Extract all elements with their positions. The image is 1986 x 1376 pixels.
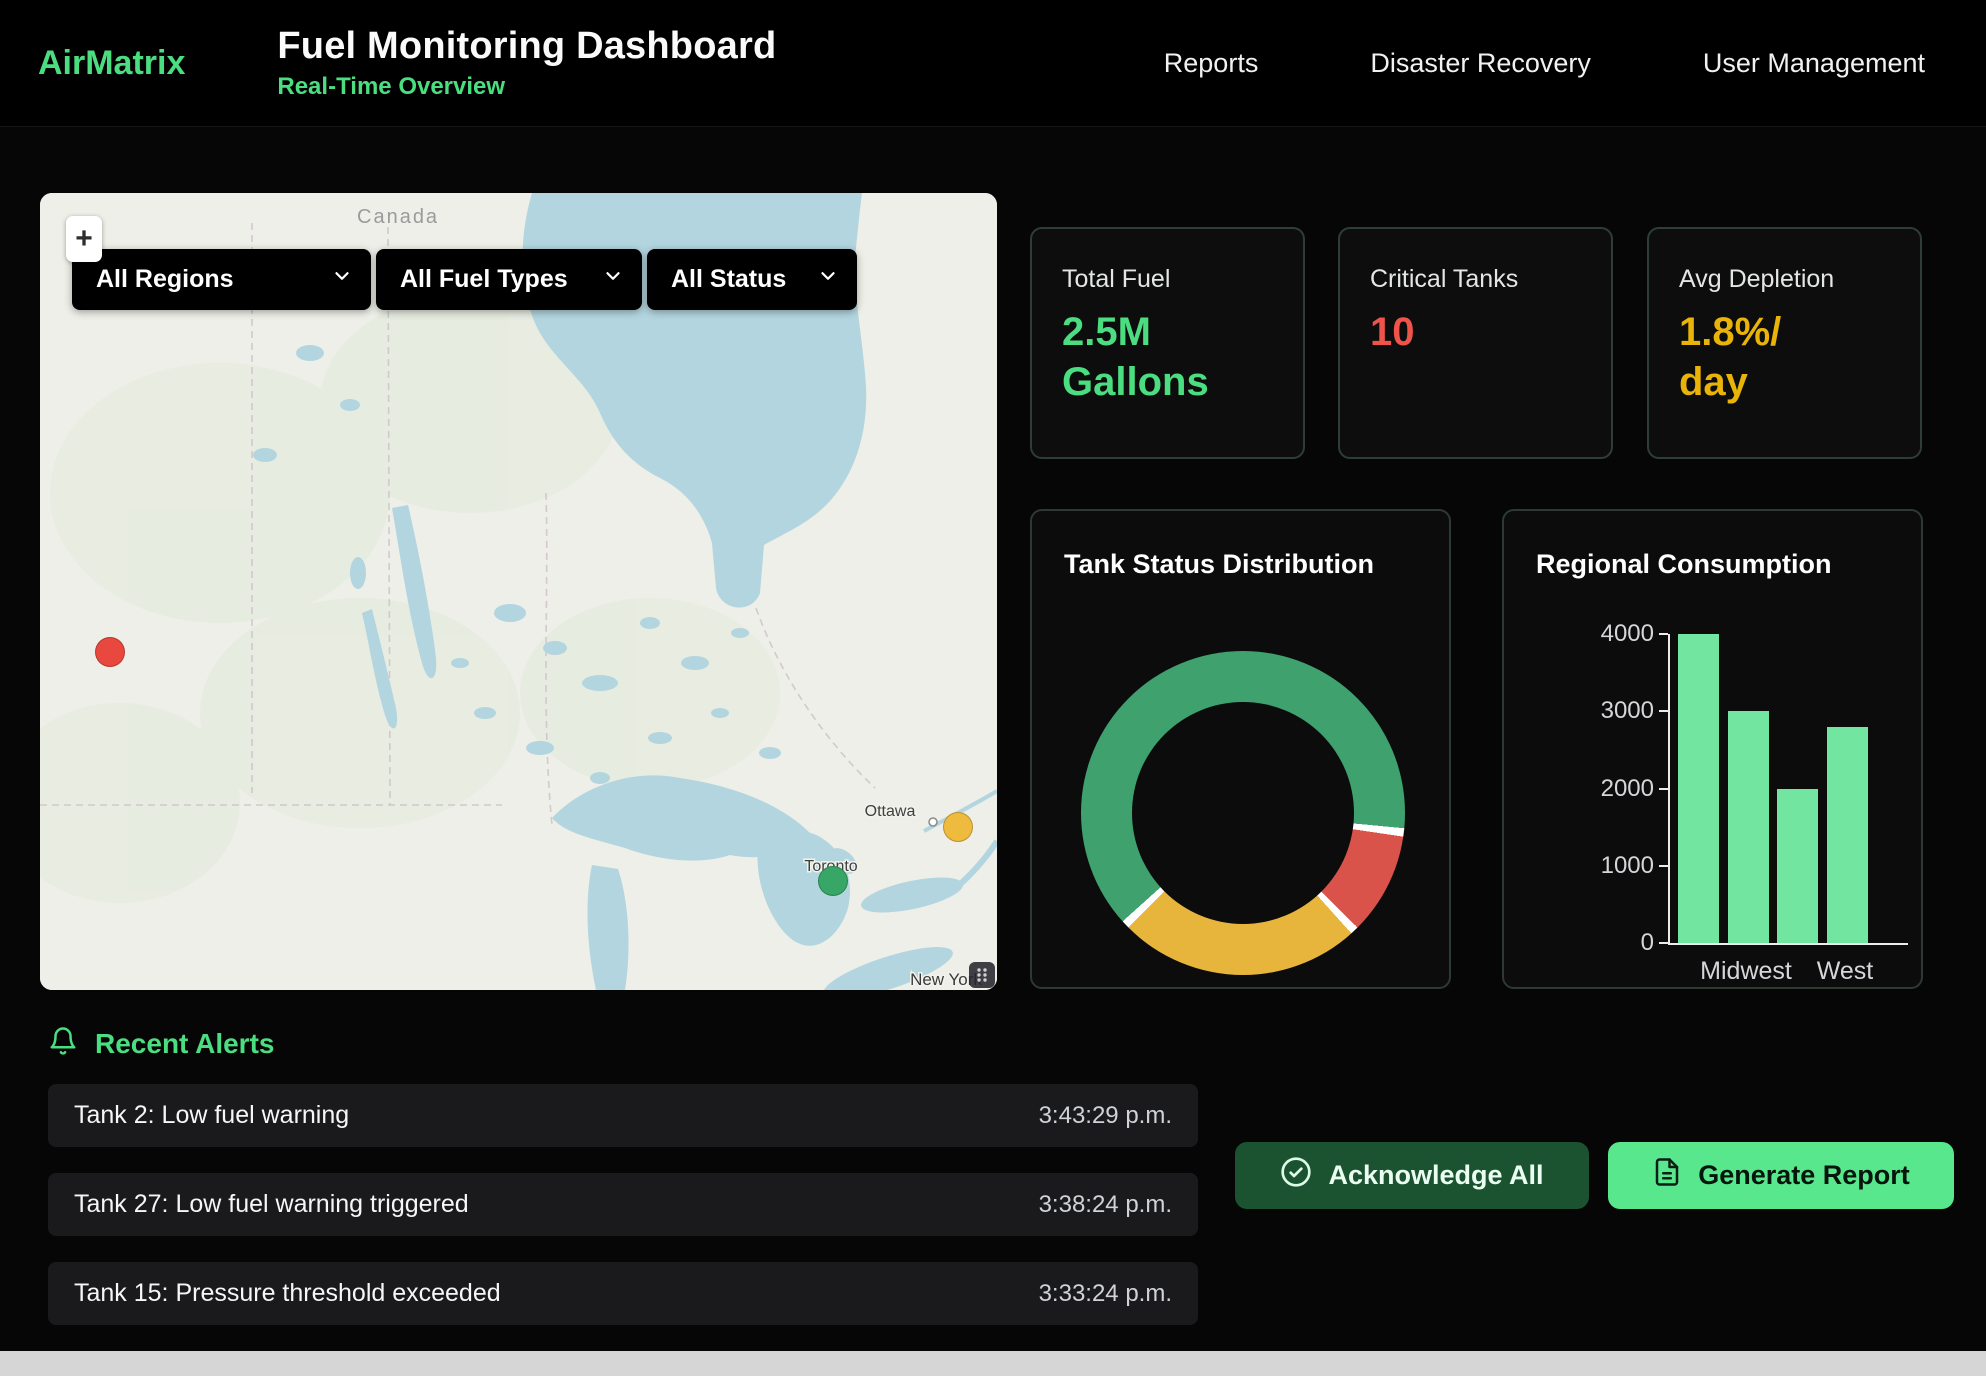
bar-chart-card: Regional Consumption MidwestWest 0 1000 200… — [1502, 509, 1923, 989]
filter-fuel-types-dropdown[interactable]: All Fuel Types — [376, 249, 642, 310]
y-axis-tick-label: 4000 — [1560, 620, 1654, 648]
alert-timestamp: 3:43:29 p.m. — [1039, 1102, 1172, 1130]
nav-user-management[interactable]: User Management — [1703, 48, 1925, 79]
filter-fuel-types-label: All Fuel Types — [400, 265, 568, 294]
bar-plot — [1668, 634, 1908, 945]
x-axis-label: Midwest — [1696, 957, 1796, 986]
bar — [1777, 789, 1818, 944]
bar — [1728, 711, 1769, 943]
nav-reports[interactable]: Reports — [1164, 48, 1259, 79]
stat-label: Critical Tanks — [1370, 265, 1581, 294]
map[interactable]: Canada Ottawa Toronto New York + All Reg… — [40, 193, 997, 990]
generate-report-button[interactable]: Generate Report — [1608, 1142, 1954, 1209]
recent-alerts-header: Recent Alerts — [48, 1026, 274, 1061]
donut-chart-card: Tank Status Distribution — [1030, 509, 1451, 989]
generate-report-label: Generate Report — [1698, 1160, 1910, 1191]
y-axis-tick-label: 3000 — [1560, 697, 1654, 725]
alert-message: Tank 15: Pressure threshold exceeded — [74, 1279, 501, 1308]
map-filters: All Regions All Fuel Types All Status — [72, 249, 857, 310]
stat-card-avg-depletion: Avg Depletion 1.8%/ day — [1647, 227, 1922, 459]
chevron-down-icon — [817, 265, 839, 294]
stat-value: 2.5M Gallons — [1062, 308, 1237, 407]
filter-regions-dropdown[interactable]: All Regions — [72, 249, 371, 310]
filter-regions-label: All Regions — [96, 265, 234, 294]
horizontal-scrollbar[interactable] — [0, 1351, 1986, 1376]
brand-logo[interactable]: AirMatrix — [38, 44, 185, 83]
stat-card-critical-tanks: Critical Tanks 10 — [1338, 227, 1613, 459]
map-label-ottawa: Ottawa — [865, 803, 916, 820]
check-circle-icon — [1280, 1156, 1312, 1195]
document-icon — [1652, 1157, 1682, 1194]
chart-title: Tank Status Distribution — [1064, 549, 1374, 580]
page-subtitle: Real-Time Overview — [277, 73, 776, 101]
alert-timestamp: 3:33:24 p.m. — [1039, 1280, 1172, 1308]
chevron-down-icon — [602, 265, 624, 294]
alert-timestamp: 3:38:24 p.m. — [1039, 1191, 1172, 1219]
chevron-down-icon — [331, 265, 353, 294]
filter-status-label: All Status — [671, 265, 786, 294]
stat-value: 1.8%/ day — [1679, 308, 1854, 407]
stat-label: Total Fuel — [1062, 265, 1273, 294]
y-axis-tick-label: 0 — [1560, 929, 1654, 957]
y-axis-tick-label: 2000 — [1560, 775, 1654, 803]
page-title: Fuel Monitoring Dashboard — [277, 25, 776, 68]
map-marker-warning[interactable] — [943, 812, 973, 842]
alert-row[interactable]: Tank 15: Pressure threshold exceeded 3:3… — [48, 1262, 1198, 1325]
main-nav: Reports Disaster Recovery User Managemen… — [1164, 48, 1986, 79]
alert-row[interactable]: Tank 2: Low fuel warning 3:43:29 p.m. — [48, 1084, 1198, 1147]
y-axis-tick — [1659, 942, 1668, 944]
y-axis-tick — [1659, 710, 1668, 712]
acknowledge-all-label: Acknowledge All — [1328, 1160, 1543, 1191]
stat-card-total-fuel: Total Fuel 2.5M Gallons — [1030, 227, 1305, 459]
map-marker-normal[interactable] — [818, 866, 848, 896]
stat-value: 10 — [1370, 308, 1545, 358]
map-resize-handle[interactable] — [969, 962, 995, 988]
bar — [1827, 727, 1868, 943]
header: AirMatrix Fuel Monitoring Dashboard Real… — [0, 0, 1986, 127]
bar — [1678, 634, 1719, 943]
recent-alerts-title: Recent Alerts — [95, 1028, 274, 1060]
y-axis-tick — [1659, 633, 1668, 635]
nav-disaster-recovery[interactable]: Disaster Recovery — [1370, 48, 1591, 79]
map-marker-critical[interactable] — [95, 637, 125, 667]
y-axis-tick — [1659, 788, 1668, 790]
donut-chart — [1081, 651, 1405, 975]
map-canvas: Canada Ottawa Toronto New York — [40, 193, 997, 990]
map-label-country: Canada — [357, 206, 439, 228]
y-axis-tick — [1659, 865, 1668, 867]
alert-message: Tank 2: Low fuel warning — [74, 1101, 349, 1130]
x-axis-label: West — [1795, 957, 1895, 986]
y-axis-tick-label: 1000 — [1560, 852, 1654, 880]
bell-icon — [48, 1026, 78, 1061]
acknowledge-all-button[interactable]: Acknowledge All — [1235, 1142, 1589, 1209]
map-zoom-in-button[interactable]: + — [66, 216, 102, 262]
drag-dots-icon — [974, 966, 990, 984]
chart-title: Regional Consumption — [1536, 549, 1831, 580]
filter-status-dropdown[interactable]: All Status — [647, 249, 857, 310]
alert-message: Tank 27: Low fuel warning triggered — [74, 1190, 469, 1219]
stat-label: Avg Depletion — [1679, 265, 1890, 294]
page-titles: Fuel Monitoring Dashboard Real-Time Over… — [277, 25, 776, 101]
alert-row[interactable]: Tank 27: Low fuel warning triggered 3:38… — [48, 1173, 1198, 1236]
